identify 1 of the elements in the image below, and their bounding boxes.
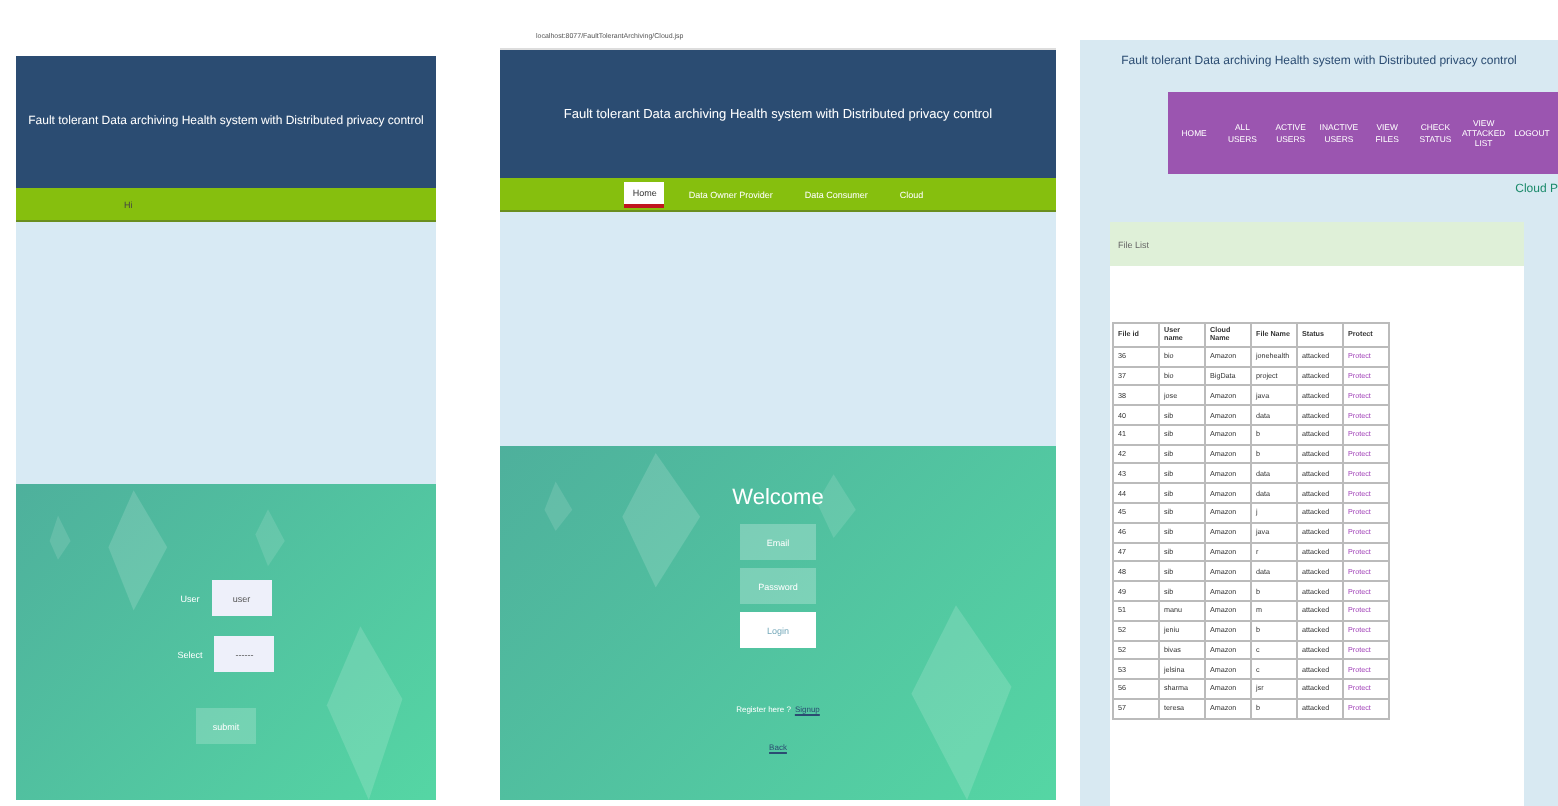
welcome-heading: Welcome [732,486,824,510]
